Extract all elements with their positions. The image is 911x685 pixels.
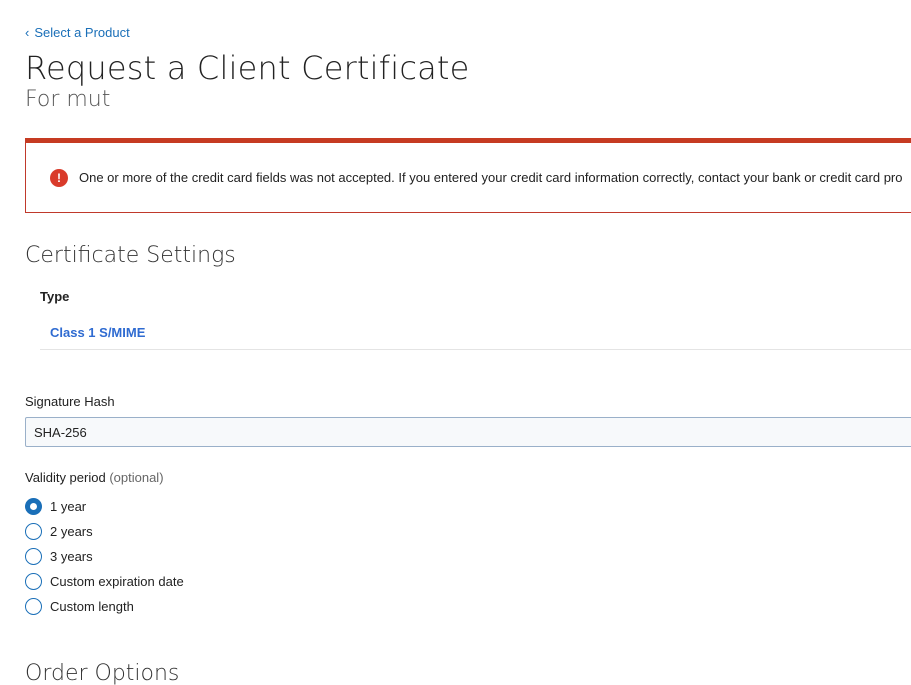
certificate-settings-heading: Certificate Settings xyxy=(25,243,236,268)
type-label: Type xyxy=(40,289,70,304)
radio-unchecked-icon[interactable] xyxy=(25,548,42,565)
validity-period-label-text: Validity period xyxy=(25,470,106,485)
chevron-left-icon: ‹ xyxy=(25,25,30,40)
validity-period-label: Validity period (optional) xyxy=(25,470,164,485)
validity-option-label: Custom length xyxy=(50,599,134,614)
validity-option-label: 2 years xyxy=(50,524,93,539)
radio-unchecked-icon[interactable] xyxy=(25,598,42,615)
page-subtitle: For mut xyxy=(25,87,111,112)
error-alert: ! One or more of the credit card fields … xyxy=(25,138,911,213)
back-link-select-product[interactable]: ‹ Select a Product xyxy=(25,25,130,40)
validity-option-label: 3 years xyxy=(50,549,93,564)
validity-option-custom-expiration-date[interactable]: Custom expiration date xyxy=(25,573,184,590)
error-alert-message: One or more of the credit card fields wa… xyxy=(79,170,903,185)
validity-option-1-year[interactable]: 1 year xyxy=(25,498,86,515)
page-title: Request a Client Certificate xyxy=(25,49,470,87)
validity-period-optional: (optional) xyxy=(109,470,164,485)
page: ‹ Select a Product Request a Client Cert… xyxy=(0,0,911,685)
signature-hash-select[interactable]: SHA-256 xyxy=(25,417,911,447)
signature-hash-label: Signature Hash xyxy=(25,394,115,409)
radio-unchecked-icon[interactable] xyxy=(25,523,42,540)
validity-option-3-years[interactable]: 3 years xyxy=(25,548,93,565)
validity-option-custom-length[interactable]: Custom length xyxy=(25,598,134,615)
exclamation-circle-icon: ! xyxy=(50,168,68,187)
validity-option-label: Custom expiration date xyxy=(50,574,184,589)
validity-option-2-years[interactable]: 2 years xyxy=(25,523,93,540)
signature-hash-selected-value: SHA-256 xyxy=(34,424,87,440)
validity-option-label: 1 year xyxy=(50,499,87,514)
radio-checked-icon[interactable] xyxy=(25,498,42,515)
type-divider xyxy=(40,349,911,350)
radio-unchecked-icon[interactable] xyxy=(25,573,42,590)
back-link-label: Select a Product xyxy=(34,25,130,40)
type-value: Class 1 S/MIME xyxy=(50,325,146,340)
order-options-heading: Order Options xyxy=(25,661,180,685)
